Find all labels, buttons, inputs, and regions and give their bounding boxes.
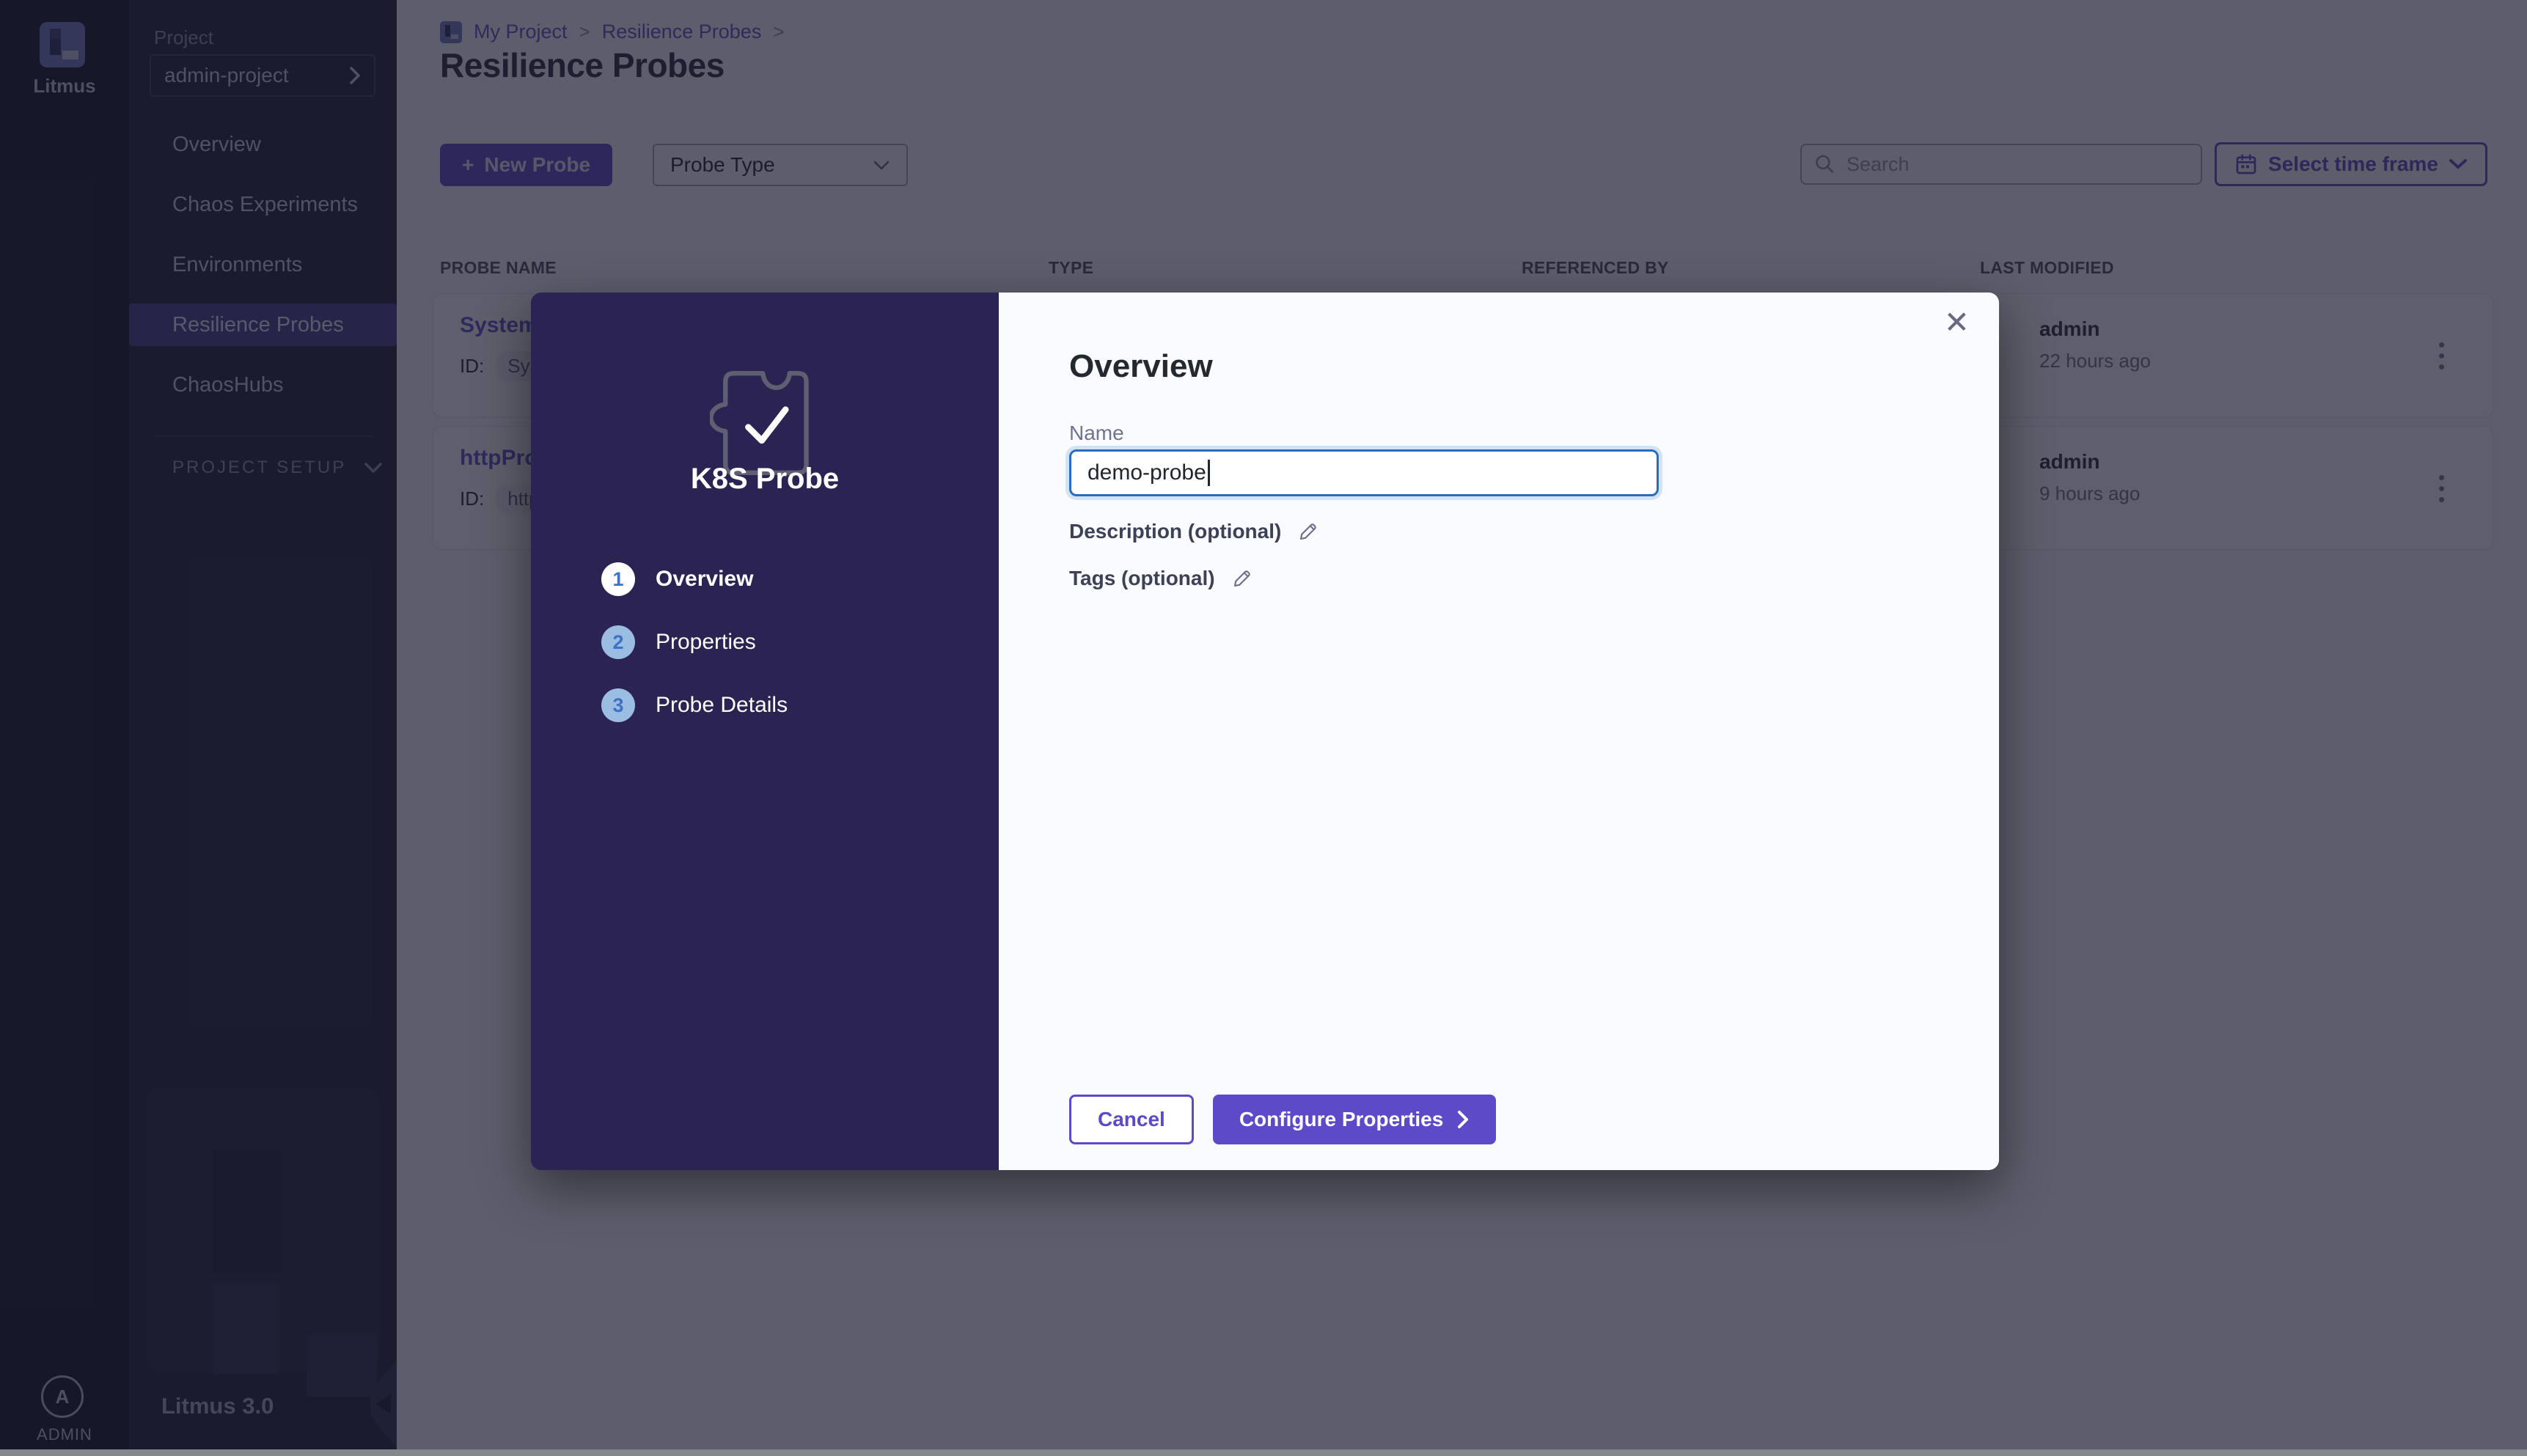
step-properties[interactable]: 2 Properties <box>601 625 788 659</box>
pencil-edit-icon[interactable] <box>1231 567 1253 589</box>
text-cursor <box>1208 460 1210 486</box>
step-number: 1 <box>601 562 635 596</box>
litmus-app: Litmus A ADMIN Project admin-project Ove… <box>0 0 2527 1456</box>
step-probe-details[interactable]: 3 Probe Details <box>601 688 788 722</box>
close-icon[interactable]: ✕ <box>1944 307 1970 338</box>
probe-type-title: K8S Probe <box>531 463 999 496</box>
description-field[interactable]: Description (optional) <box>1069 520 1319 543</box>
chevron-right-icon <box>1456 1109 1470 1130</box>
tags-field[interactable]: Tags (optional) <box>1069 567 1253 590</box>
modal-step-panel: K8S Probe 1 Overview 2 Properties 3 Prob… <box>531 293 999 1170</box>
modal-footer: Cancel Configure Properties <box>1069 1095 1496 1144</box>
modal-form-panel: ✕ Overview Name demo-probe Description (… <box>999 293 1999 1170</box>
wizard-steps: 1 Overview 2 Properties 3 Probe Details <box>601 562 788 751</box>
step-number: 2 <box>601 625 635 659</box>
horizontal-scrollbar[interactable] <box>0 1449 2527 1456</box>
step-number: 3 <box>601 688 635 722</box>
description-label: Description (optional) <box>1069 520 1281 543</box>
pencil-edit-icon[interactable] <box>1297 521 1319 543</box>
name-field-label: Name <box>1069 422 1124 445</box>
modal-title: Overview <box>1069 348 1213 385</box>
step-overview[interactable]: 1 Overview <box>601 562 788 596</box>
name-input[interactable]: demo-probe <box>1069 449 1659 496</box>
cancel-button[interactable]: Cancel <box>1069 1095 1194 1144</box>
configure-properties-button[interactable]: Configure Properties <box>1213 1095 1496 1144</box>
name-input-value: demo-probe <box>1088 460 1206 485</box>
create-probe-modal: K8S Probe 1 Overview 2 Properties 3 Prob… <box>531 293 1999 1170</box>
tags-label: Tags (optional) <box>1069 567 1215 590</box>
